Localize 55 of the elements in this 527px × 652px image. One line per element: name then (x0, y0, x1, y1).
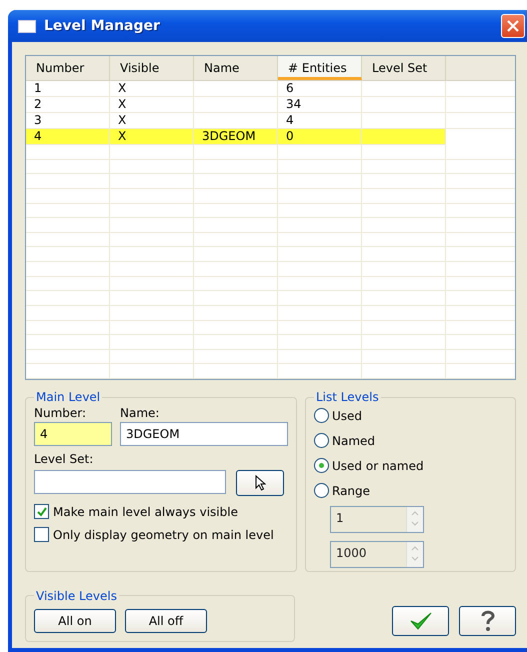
number-field[interactable]: 4 (34, 422, 112, 446)
field-label: Number: (34, 406, 88, 420)
radio-button[interactable] (314, 483, 329, 498)
table-row[interactable]: 4 X 3DGEOM 0 (26, 129, 446, 145)
column-header[interactable]: Number (26, 56, 110, 80)
checkmark-icon (410, 611, 432, 631)
table-cell: 3 (26, 113, 110, 128)
cursor-icon (254, 475, 266, 491)
group-title: List Levels (315, 390, 380, 404)
checkbox-label: Only display geometry on main level (53, 528, 274, 542)
table-cell: X (110, 129, 194, 144)
pick-button[interactable] (236, 470, 284, 496)
column-header[interactable]: # Entities (278, 56, 362, 80)
checkbox-label: Make main level always visible (53, 504, 238, 518)
ok-button[interactable] (392, 606, 449, 636)
table-row[interactable]: 2 X 34 (26, 97, 515, 113)
radio-button[interactable] (314, 433, 329, 448)
column-header[interactable]: Visible (110, 56, 194, 80)
table-cell: 2 (26, 97, 110, 112)
group-title: Main Level (35, 390, 102, 404)
question-icon (480, 610, 496, 632)
radio-label: Used (332, 408, 362, 422)
window-icon (18, 20, 36, 32)
radio-button[interactable] (314, 408, 329, 423)
table-cell: 0 (278, 129, 362, 144)
table-row[interactable]: 1 X 6 (26, 81, 515, 97)
toggle-button[interactable]: All off (125, 608, 207, 632)
level-set-field[interactable] (34, 470, 226, 494)
spinner-icon (406, 542, 423, 567)
close-icon (507, 20, 519, 32)
checkbox[interactable] (34, 527, 49, 542)
field-label: Name: (120, 406, 160, 420)
table-cell: 6 (278, 81, 362, 96)
table-cell: 3DGEOM (194, 129, 278, 144)
table-cell: 1 (26, 81, 110, 96)
radio-label: Named (332, 434, 376, 448)
checkbox[interactable] (34, 504, 49, 519)
close-button[interactable] (501, 14, 525, 38)
radio-label: Range (332, 484, 370, 498)
spinner-icon (406, 507, 423, 532)
table-cell: X (110, 81, 194, 96)
table-cell: X (110, 97, 194, 112)
table-cell: 4 (26, 129, 110, 144)
table-cell: 34 (278, 97, 362, 112)
toggle-button[interactable]: All on (34, 608, 116, 632)
field-label: Level Set: (34, 452, 94, 466)
group-title: Visible Levels (35, 588, 118, 602)
name-field[interactable]: 3DGEOM (120, 422, 288, 446)
radio-label: Used or named (332, 458, 424, 472)
window-title: Level Manager (44, 18, 161, 34)
table-cell: X (110, 113, 194, 128)
radio-button[interactable] (314, 458, 329, 473)
column-header[interactable]: Level Set (362, 56, 446, 80)
table-cell: 4 (278, 113, 362, 128)
help-button[interactable] (459, 606, 516, 636)
